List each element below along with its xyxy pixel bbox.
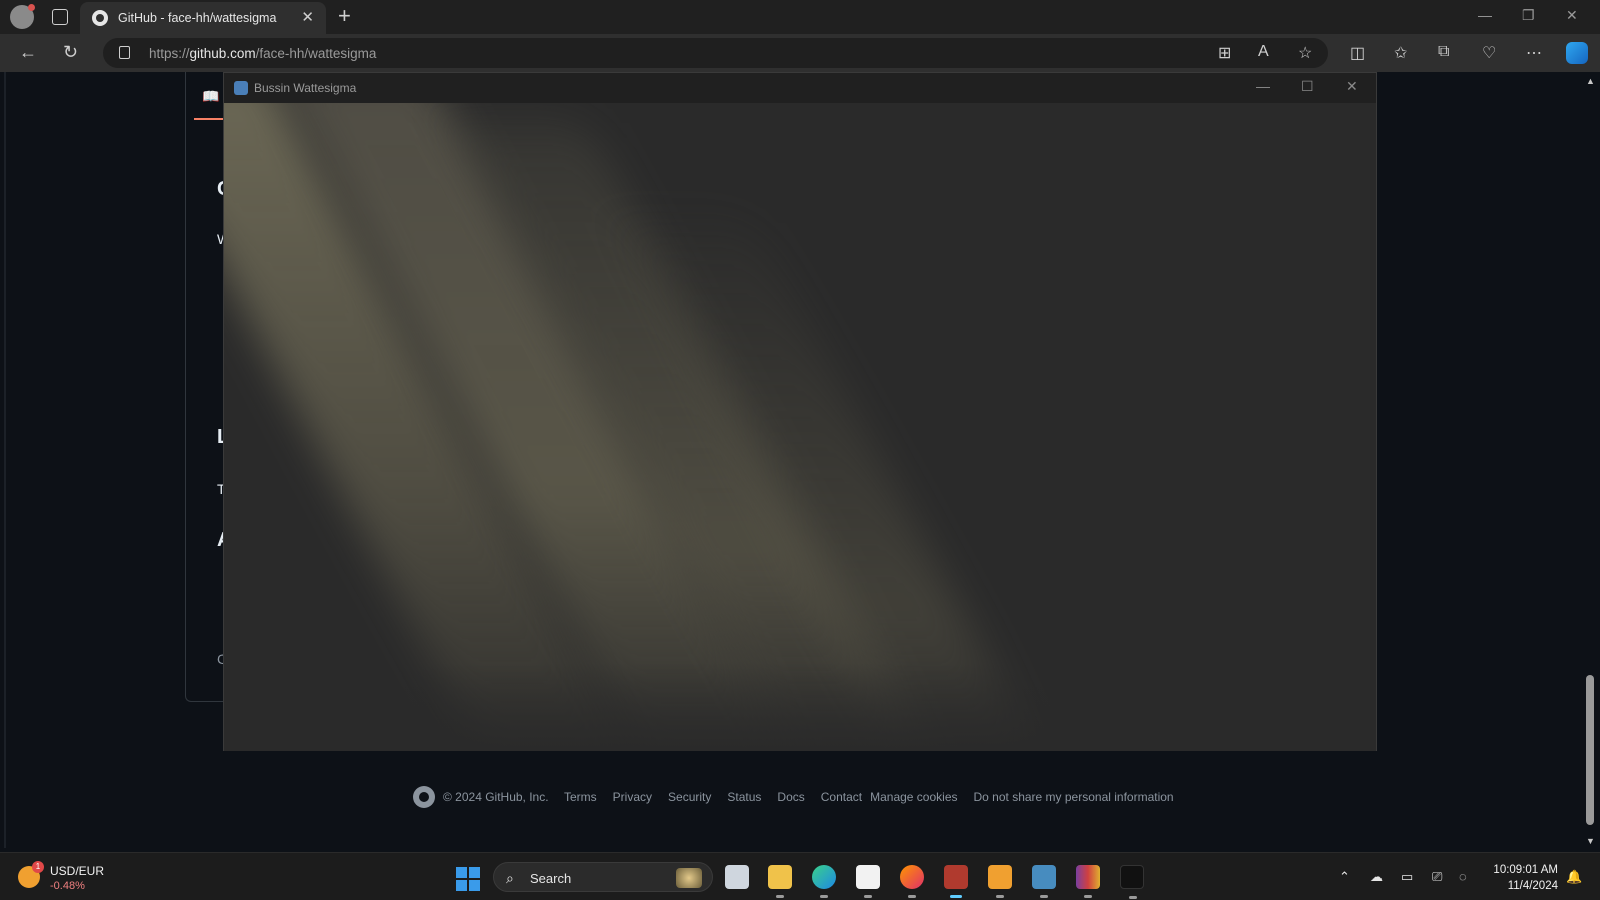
widget-ticker-value: -0.48%	[50, 880, 85, 892]
url-text[interactable]: https://github.com/face-hh/wattesigma	[149, 46, 376, 61]
scroll-up-icon[interactable]: ▲	[1586, 76, 1595, 86]
url-path: /face-hh/wattesigma	[255, 46, 377, 61]
new-tab-button[interactable]: +	[338, 3, 351, 29]
taskbar-search[interactable]: ⌕ Search	[493, 862, 713, 892]
readme-panel: 📖	[185, 72, 226, 702]
close-window-icon[interactable]: ✕	[1566, 7, 1578, 24]
more-icon[interactable]: ⋯	[1526, 43, 1542, 63]
app-maximize-icon[interactable]: ☐	[1301, 78, 1314, 95]
restore-icon[interactable]: ❐	[1522, 7, 1535, 24]
book-icon[interactable]: 📖	[202, 88, 219, 105]
show-hidden-icons-icon[interactable]: ⌃	[1339, 869, 1350, 885]
split-screen-icon[interactable]: ◫	[1350, 43, 1365, 63]
minimize-icon[interactable]: —	[1478, 7, 1492, 23]
onedrive-icon[interactable]: ☁	[1370, 869, 1383, 885]
scrollbar-thumb[interactable]	[1586, 675, 1594, 825]
footer-link-status[interactable]: Status	[727, 790, 761, 804]
tab-title: GitHub - face-hh/wattesigma	[118, 11, 277, 25]
search-highlight-icon	[676, 868, 702, 888]
network-icon[interactable]: ◌	[1459, 869, 1467, 884]
back-icon[interactable]: ←	[19, 42, 37, 63]
favorites-icon[interactable]: ✩	[1394, 43, 1407, 63]
file-explorer-icon[interactable]	[768, 865, 792, 898]
system-clock[interactable]: 10:09:01 AM 11/4/2024	[1480, 862, 1558, 894]
clock-time: 10:09:01 AM	[1493, 864, 1558, 876]
app-titlebar[interactable]: Bussin Wattesigma — ☐ ✕	[224, 73, 1376, 103]
url-scheme: https://	[149, 46, 190, 61]
firefox-icon[interactable]	[900, 865, 924, 898]
display-icon[interactable]: ⎚	[1432, 869, 1442, 885]
footer-link-contact[interactable]: Contact	[821, 790, 862, 804]
page-footer: © 2024 GitHub, Inc. Terms Privacy Securi…	[0, 786, 1600, 808]
github-icon	[92, 10, 108, 26]
footer-links: Terms Privacy Security Status Docs Conta…	[564, 790, 1174, 804]
read-aloud-icon[interactable]: A	[1258, 43, 1269, 61]
profile-icon[interactable]	[10, 4, 35, 29]
page-scrollbar[interactable]: ▲ ▼	[1582, 72, 1600, 848]
app-icon	[234, 81, 248, 95]
app-window: Bussin Wattesigma — ☐ ✕	[223, 72, 1377, 751]
app-close-icon[interactable]: ✕	[1346, 78, 1358, 95]
footer-copyright: © 2024 GitHub, Inc.	[443, 790, 549, 804]
widget-ticker-name[interactable]: USD/EUR	[50, 864, 104, 878]
tab-actions-icon[interactable]	[52, 9, 68, 25]
collections-icon[interactable]: ⧉	[1438, 43, 1449, 61]
task-view-icon[interactable]	[725, 865, 749, 889]
canvas-bottom-fade	[224, 663, 1376, 751]
search-icon: ⌕	[506, 870, 514, 886]
media-player-icon[interactable]	[988, 865, 1012, 898]
clock-date: 11/4/2024	[1507, 880, 1558, 892]
tab-close-icon[interactable]: ✕	[301, 8, 314, 26]
app-minimize-icon[interactable]: —	[1256, 78, 1270, 94]
taskbar: 1 USD/EUR -0.48% ⌕ Search ⌃ ☁ ▭ ⎚ ◌ 10:0…	[0, 852, 1600, 900]
footer-link-security[interactable]: Security	[668, 790, 711, 804]
tab-github[interactable]: GitHub - face-hh/wattesigma ✕	[80, 2, 326, 34]
footer-link-terms[interactable]: Terms	[564, 790, 597, 804]
address-bar[interactable]: https://github.com/face-hh/wattesigma	[103, 38, 1328, 68]
favorite-star-icon[interactable]: ☆	[1298, 43, 1312, 63]
scroll-down-icon[interactable]: ▼	[1586, 836, 1595, 846]
footer-link-do-not-share[interactable]: Do not share my personal information	[974, 790, 1174, 804]
app-available-icon[interactable]: ⊞	[1218, 43, 1231, 63]
edge-icon[interactable]	[812, 865, 836, 898]
refresh-icon[interactable]: ↻	[63, 42, 78, 63]
microsoft-store-icon[interactable]	[856, 865, 880, 898]
input-icon[interactable]: ▭	[1401, 869, 1413, 885]
notification-bell-icon[interactable]: 🔔	[1566, 869, 1582, 885]
url-host: github.com	[189, 46, 256, 61]
lock-icon[interactable]	[119, 46, 130, 59]
footer-link-manage-cookies[interactable]: Manage cookies	[870, 790, 957, 804]
start-button[interactable]	[456, 867, 480, 891]
browser-toolbar: ← ↻ https://github.com/face-hh/wattesigm…	[0, 34, 1600, 72]
browser-essentials-icon[interactable]: ♡	[1482, 43, 1496, 63]
page-edge	[4, 72, 6, 848]
github-logo-icon[interactable]	[413, 786, 435, 808]
active-tab-underline	[194, 118, 226, 120]
godot-icon[interactable]	[1032, 865, 1056, 898]
app-title: Bussin Wattesigma	[254, 81, 357, 95]
winrar-icon[interactable]	[1076, 865, 1100, 898]
footer-link-privacy[interactable]: Privacy	[613, 790, 652, 804]
browser-tab-bar: GitHub - face-hh/wattesigma ✕ + — ❐ ✕	[0, 0, 1600, 34]
app-canvas[interactable]	[224, 103, 1376, 751]
copilot-icon[interactable]	[1566, 42, 1588, 64]
footer-link-docs[interactable]: Docs	[777, 790, 804, 804]
search-label: Search	[530, 871, 572, 886]
widget-badge: 1	[32, 861, 44, 873]
red-app-icon[interactable]	[944, 865, 968, 898]
tiktok-icon[interactable]	[1120, 865, 1144, 899]
